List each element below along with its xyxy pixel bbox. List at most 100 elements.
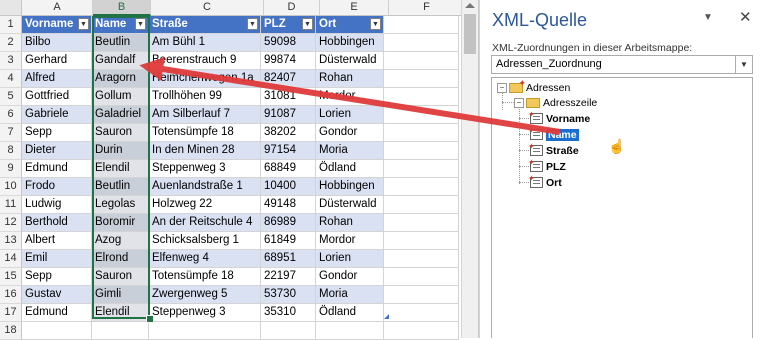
table-cell[interactable]: Heimchenwegen 1a xyxy=(149,70,261,88)
row-header[interactable]: 3 xyxy=(0,52,22,70)
table-cell[interactable]: Auenlandstraße 1 xyxy=(149,178,261,196)
table-cell[interactable]: Beutlin xyxy=(92,178,149,196)
table-cell[interactable]: Albert xyxy=(22,232,92,250)
table-cell[interactable]: 53730 xyxy=(261,286,316,304)
tree-node-adresszeile[interactable]: − Adresszeile xyxy=(514,95,597,110)
table-cell[interactable]: 99874 xyxy=(261,52,316,70)
table-cell[interactable]: Hobbingen xyxy=(316,34,384,52)
empty-cell[interactable] xyxy=(384,88,459,106)
row-header[interactable]: 16 xyxy=(0,286,22,304)
table-cell[interactable]: Azog xyxy=(92,232,149,250)
column-header-f[interactable]: F xyxy=(389,0,465,16)
table-cell[interactable]: Emil xyxy=(22,250,92,268)
table-cell[interactable]: Lorien xyxy=(316,106,384,124)
row-header[interactable]: 17 xyxy=(0,304,22,322)
table-cell[interactable]: Elfenweg 4 xyxy=(149,250,261,268)
table-resize-handle[interactable] xyxy=(384,314,389,319)
table-cell[interactable]: 68951 xyxy=(261,250,316,268)
table-cell[interactable]: Mordor xyxy=(316,232,384,250)
table-cell[interactable]: Sepp xyxy=(22,268,92,286)
table-cell[interactable]: 38202 xyxy=(261,124,316,142)
mapping-select[interactable]: Adressen_Zuordnung ▼ xyxy=(491,55,753,74)
table-cell[interactable]: Gabriele xyxy=(22,106,92,124)
filter-dropdown-icon[interactable]: ▼ xyxy=(302,18,313,30)
table-cell[interactable]: 59098 xyxy=(261,34,316,52)
filter-dropdown-icon[interactable]: ▼ xyxy=(247,18,258,30)
table-cell[interactable]: Gimli xyxy=(92,286,149,304)
tree-element-plz[interactable]: ✦ PLZ xyxy=(528,158,566,174)
table-cell[interactable]: 35310 xyxy=(261,304,316,322)
empty-cell[interactable] xyxy=(92,322,149,340)
empty-cell[interactable] xyxy=(384,142,459,160)
scroll-thumb[interactable] xyxy=(464,14,476,54)
table-cell[interactable]: Am Bühl 1 xyxy=(149,34,261,52)
dropdown-arrow-icon[interactable]: ▼ xyxy=(735,56,752,73)
table-cell[interactable]: Elendil xyxy=(92,160,149,178)
table-cell[interactable]: Totensümpfe 18 xyxy=(149,124,261,142)
collapse-icon[interactable]: − xyxy=(514,97,524,108)
table-cell[interactable]: Bilbo xyxy=(22,34,92,52)
table-cell[interactable]: Steppenweg 3 xyxy=(149,160,261,178)
table-cell[interactable]: Gollum xyxy=(92,88,149,106)
row-header[interactable]: 9 xyxy=(0,160,22,178)
row-header[interactable]: 12 xyxy=(0,214,22,232)
empty-cell[interactable] xyxy=(384,214,459,232)
table-header-cell[interactable]: Name ▼ xyxy=(92,16,149,34)
row-header[interactable]: 5 xyxy=(0,88,22,106)
fill-handle[interactable] xyxy=(146,315,154,323)
table-header-cell[interactable]: Vorname ▼ xyxy=(22,16,92,34)
chevron-down-icon[interactable]: ▼ xyxy=(703,12,713,23)
table-cell[interactable]: Moria xyxy=(316,142,384,160)
table-cell[interactable]: Lorien xyxy=(316,250,384,268)
empty-cell[interactable] xyxy=(384,160,459,178)
empty-cell[interactable] xyxy=(384,322,459,340)
table-cell[interactable]: Durin xyxy=(92,142,149,160)
table-cell[interactable]: Berthold xyxy=(22,214,92,232)
close-icon[interactable]: ✕ xyxy=(739,8,752,26)
empty-cell[interactable] xyxy=(22,322,92,340)
table-cell[interactable]: 49148 xyxy=(261,196,316,214)
table-cell[interactable]: Trollhöhen 99 xyxy=(149,88,261,106)
table-cell[interactable]: Beerenstrauch 9 xyxy=(149,52,261,70)
table-cell[interactable]: Aragorn xyxy=(92,70,149,88)
table-cell[interactable]: Steppenweg 3 xyxy=(149,304,261,322)
table-cell[interactable]: Düsterwald xyxy=(316,52,384,70)
table-cell[interactable]: Rohan xyxy=(316,70,384,88)
row-header[interactable]: 1 xyxy=(0,16,22,34)
table-cell[interactable]: Sepp xyxy=(22,124,92,142)
table-cell[interactable]: Zwergenweg 5 xyxy=(149,286,261,304)
table-cell[interactable]: Sauron xyxy=(92,124,149,142)
row-header[interactable]: 14 xyxy=(0,250,22,268)
table-cell[interactable]: Dieter xyxy=(22,142,92,160)
tree-element-ort[interactable]: ✦ Ort xyxy=(528,174,562,190)
table-cell[interactable]: Am Silberlauf 7 xyxy=(149,106,261,124)
filter-dropdown-icon[interactable]: ▼ xyxy=(370,18,381,30)
column-header-b[interactable]: B xyxy=(93,0,151,16)
table-cell[interactable]: Schicksalsberg 1 xyxy=(149,232,261,250)
table-cell[interactable]: Beutlin xyxy=(92,34,149,52)
empty-cell[interactable] xyxy=(316,322,384,340)
filter-dropdown-icon[interactable]: ▼ xyxy=(78,18,89,30)
table-cell[interactable]: Gustav xyxy=(22,286,92,304)
table-cell[interactable]: Mordor xyxy=(316,88,384,106)
row-header[interactable]: 10 xyxy=(0,178,22,196)
row-header[interactable]: 18 xyxy=(0,322,22,340)
table-cell[interactable]: 31081 xyxy=(261,88,316,106)
table-cell[interactable]: Edmund xyxy=(22,160,92,178)
table-cell[interactable]: In den Minen 28 xyxy=(149,142,261,160)
empty-cell[interactable] xyxy=(384,106,459,124)
row-header[interactable]: 11 xyxy=(0,196,22,214)
table-cell[interactable]: Gondor xyxy=(316,268,384,286)
column-header-a[interactable]: A xyxy=(22,0,93,16)
empty-cell[interactable] xyxy=(384,304,459,322)
table-cell[interactable]: Düsterwald xyxy=(316,196,384,214)
collapse-icon[interactable]: − xyxy=(497,82,507,93)
table-cell[interactable]: 97154 xyxy=(261,142,316,160)
row-header[interactable]: 6 xyxy=(0,106,22,124)
empty-cell[interactable] xyxy=(384,196,459,214)
column-header-d[interactable]: D xyxy=(264,0,320,16)
row-header[interactable]: 7 xyxy=(0,124,22,142)
table-cell[interactable]: 61849 xyxy=(261,232,316,250)
table-cell[interactable]: Moria xyxy=(316,286,384,304)
table-cell[interactable]: 68849 xyxy=(261,160,316,178)
